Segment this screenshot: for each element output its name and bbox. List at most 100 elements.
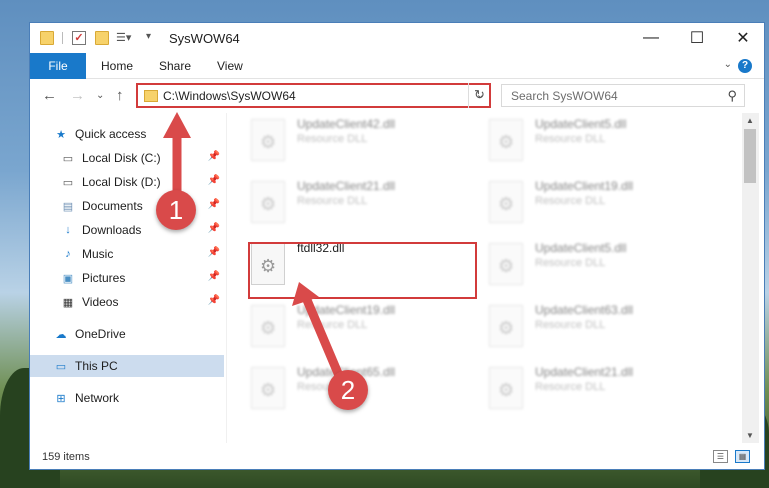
sidebar-item-label: Local Disk (D:)	[82, 175, 161, 189]
back-icon[interactable]: ←	[42, 87, 57, 104]
sidebar-item-label: OneDrive	[75, 327, 126, 341]
search-box[interactable]: Search SysWOW64 ⚲	[501, 84, 745, 107]
file-item[interactable]: ⚙ UpdateClient63.dll Resource DLL	[465, 299, 695, 349]
tab-view[interactable]: View	[217, 53, 243, 79]
help-icon[interactable]: ?	[738, 59, 752, 73]
search-input[interactable]: Search SysWOW64	[511, 89, 618, 103]
pictures-icon: ▣	[62, 272, 74, 285]
dll-file-icon: ⚙	[251, 305, 285, 347]
scroll-thumb[interactable]	[744, 129, 756, 183]
file-item[interactable]: ⚙ UpdateClient21.dll Resource DLL	[227, 175, 457, 225]
scroll-up-icon[interactable]: ▲	[746, 116, 754, 125]
sidebar-item-label: Quick access	[75, 127, 147, 141]
properties-icon[interactable]: ✓	[72, 31, 86, 45]
disk-icon: ▭	[62, 152, 74, 165]
step-badge-1: 1	[156, 190, 196, 230]
file-item[interactable]: ⚙ UpdateClient42.dll Resource DLL	[227, 113, 457, 163]
window-title: SysWOW64	[169, 31, 240, 46]
file-name: UpdateClient19.dll	[535, 179, 634, 193]
documents-icon: ▤	[62, 200, 74, 213]
sidebar-item-label: Local Disk (C:)	[82, 151, 161, 165]
file-item[interactable]: ⚙ UpdateClient21.dll Resource DLL	[465, 361, 695, 411]
sidebar-item-local-disk-c[interactable]: ▭ Local Disk (C:) 📌	[61, 147, 224, 169]
file-name: UpdateClient5.dll	[535, 117, 627, 131]
folder-icon	[144, 90, 158, 102]
step-badge-2: 2	[328, 370, 368, 410]
address-bar[interactable]: C:\Windows\SysWOW64 ⌄	[136, 83, 491, 108]
sidebar-item-label: Network	[75, 391, 120, 405]
dll-file-icon: ⚙	[251, 181, 285, 223]
sidebar-item-local-disk-d[interactable]: ▭ Local Disk (D:) 📌	[61, 171, 224, 193]
ribbon: File Home Share View ⌄ ?	[30, 53, 764, 79]
dll-file-icon: ⚙	[251, 367, 285, 409]
cloud-icon: ☁	[55, 328, 67, 341]
gear-icon: ⚙	[260, 318, 277, 338]
file-type: Resource DLL	[535, 381, 606, 393]
forward-icon[interactable]: →	[70, 87, 85, 104]
sidebar-item-pictures[interactable]: ▣ Pictures 📌	[61, 267, 224, 289]
address-path[interactable]: C:\Windows\SysWOW64	[163, 89, 296, 103]
up-icon[interactable]: ↑	[116, 87, 124, 104]
tiles-view-icon[interactable]: ▦	[735, 450, 750, 463]
pin-icon: 📌	[207, 271, 220, 282]
dll-file-icon: ⚙	[489, 305, 523, 347]
videos-icon: ▦	[62, 296, 74, 309]
scroll-down-icon[interactable]: ▼	[746, 431, 754, 440]
sidebar-item-label: Downloads	[82, 223, 142, 237]
file-type: Resource DLL	[535, 133, 606, 145]
sidebar-item-music[interactable]: ♪ Music 📌	[61, 243, 224, 265]
sidebar-item-this-pc[interactable]: ▭ This PC	[30, 355, 224, 377]
tab-share[interactable]: Share	[159, 53, 191, 79]
dll-file-icon: ⚙	[489, 243, 523, 285]
file-item[interactable]: ⚙ UpdateClient5.dll Resource DLL	[465, 113, 695, 163]
pin-icon: 📌	[207, 151, 220, 162]
sidebar-item-videos[interactable]: ▦ Videos 📌	[61, 291, 224, 313]
network-icon: ⊞	[56, 392, 66, 405]
file-type: Resource DLL	[535, 195, 606, 207]
dll-file-icon: ⚙	[251, 119, 285, 161]
folder-icon	[40, 31, 54, 45]
file-type: Resource DLL	[297, 133, 368, 145]
sidebar-item-downloads[interactable]: ↓ Downloads 📌	[61, 219, 224, 241]
tab-home[interactable]: Home	[101, 53, 133, 79]
star-icon: ★	[56, 128, 66, 141]
file-type: Resource DLL	[297, 195, 368, 207]
file-item[interactable]: ⚙ UpdateClient5.dll Resource DLL	[465, 237, 695, 287]
sidebar-item-quick-access[interactable]: ★ Quick access	[54, 123, 248, 145]
file-item[interactable]: ⚙ UpdateClient19.dll Resource DLL	[465, 175, 695, 225]
pin-icon: 📌	[207, 223, 220, 234]
tab-file[interactable]: File	[30, 53, 86, 79]
vertical-scrollbar[interactable]: ▲ ▼	[742, 113, 759, 443]
expand-ribbon-icon[interactable]: ⌄	[724, 59, 732, 70]
search-icon[interactable]: ⚲	[727, 88, 737, 104]
downloads-icon: ↓	[65, 224, 71, 236]
file-name: UpdateClient42.dll	[297, 117, 396, 131]
minimize-button[interactable]: —	[628, 23, 674, 53]
gear-icon: ⚙	[260, 194, 277, 214]
close-button[interactable]: ✕	[720, 23, 764, 53]
gear-icon: ⚙	[498, 318, 515, 338]
file-name: UpdateClient21.dll	[535, 365, 634, 379]
recent-locations-icon[interactable]: ⌄	[96, 90, 104, 101]
maximize-button[interactable]: ☐	[674, 23, 720, 53]
file-item[interactable]: ⚙ UpdateClient19.dll Resource DLL	[227, 299, 457, 349]
new-folder-icon[interactable]	[95, 31, 109, 45]
details-view-icon[interactable]: ☰	[713, 450, 728, 463]
pin-icon: 📌	[207, 199, 220, 210]
sidebar-item-onedrive[interactable]: ☁ OneDrive	[54, 323, 224, 345]
refresh-icon[interactable]: ↻	[468, 83, 490, 108]
navigation-bar: ← → ⌄ ↑ C:\Windows\SysWOW64 ⌄ ↻ Search S…	[30, 79, 764, 113]
file-type: Resource DLL	[535, 257, 606, 269]
gear-icon: ⚙	[498, 380, 515, 400]
customize-toolbar-icon[interactable]: ☰▾	[116, 31, 131, 45]
sidebar-item-label: Pictures	[82, 271, 126, 285]
dll-file-icon: ⚙	[489, 119, 523, 161]
dll-file-icon: ⚙	[489, 367, 523, 409]
sidebar-item-label: Documents	[82, 199, 143, 213]
quick-access-dropdown-icon[interactable]: ▾	[146, 31, 160, 45]
sidebar-item-documents[interactable]: ▤ Documents 📌	[61, 195, 224, 217]
highlight-box	[248, 242, 477, 299]
sidebar-item-network[interactable]: ⊞ Network	[54, 387, 224, 409]
separator	[62, 32, 63, 44]
disk-icon: ▭	[62, 176, 74, 189]
